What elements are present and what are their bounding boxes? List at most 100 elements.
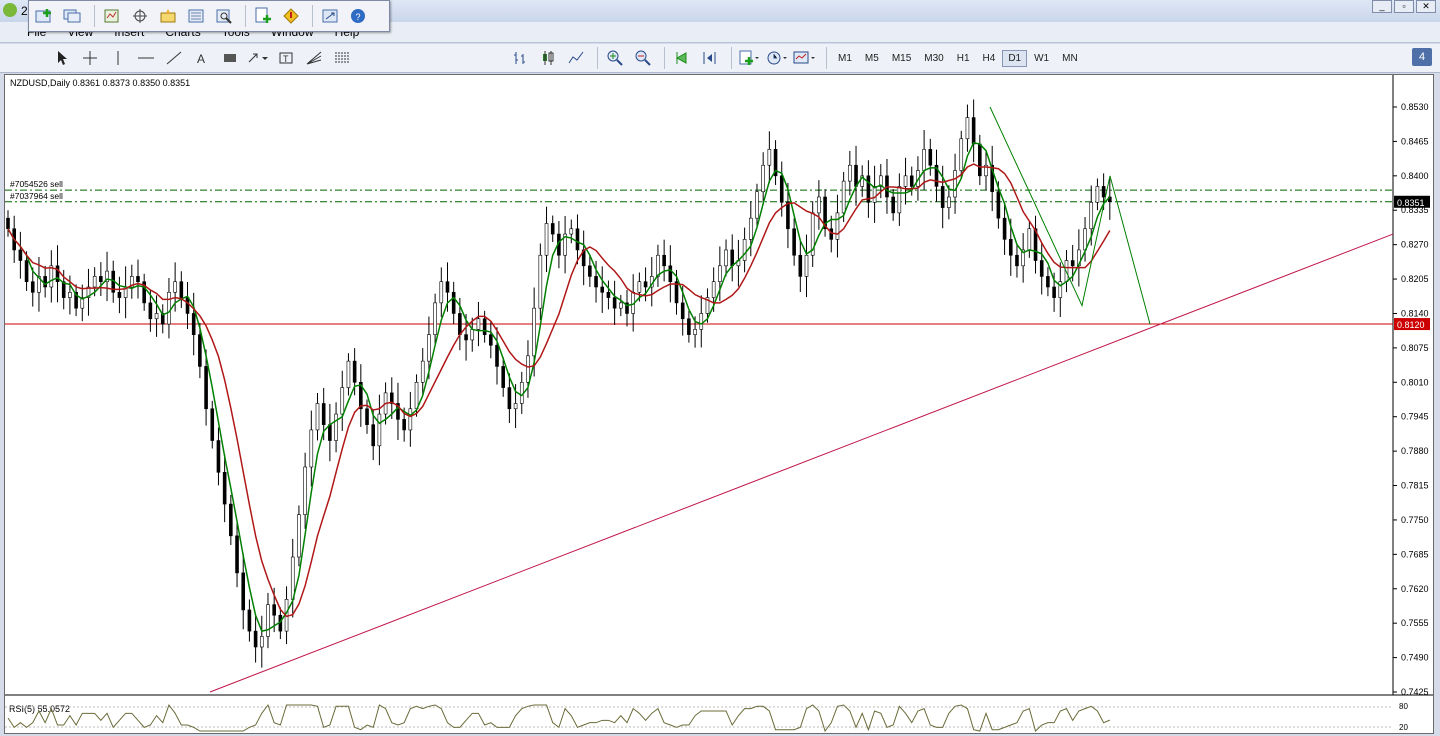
candle-body [854, 164, 858, 187]
candle-body [43, 276, 47, 288]
timeframe-m5[interactable]: M5 [859, 50, 885, 67]
candle-body [594, 276, 598, 288]
window-title: 2 [21, 4, 28, 18]
timeframe-m30[interactable]: M30 [918, 50, 949, 67]
market-watch-button[interactable] [100, 5, 124, 27]
candle-body [742, 239, 747, 261]
current-price-label: 0.8351 [1397, 198, 1425, 208]
timeframe-w1[interactable]: W1 [1028, 50, 1055, 67]
candle-body [1015, 254, 1019, 267]
candle-body [940, 186, 945, 208]
periods-clock-icon[interactable] [765, 47, 789, 69]
price-chart[interactable]: NZDUSD,Daily 0.8361 0.8373 0.8350 0.8351… [5, 75, 1433, 733]
maximize-button[interactable]: ▫ [1394, 0, 1414, 13]
candle-body [538, 254, 543, 309]
vertical-line-icon[interactable] [106, 47, 130, 69]
price-tick-label: 0.7620 [1401, 584, 1429, 594]
fibonacci-fan-icon[interactable] [302, 47, 326, 69]
candle-body [718, 265, 722, 283]
candle-body [377, 413, 382, 447]
timeframe-d1[interactable]: D1 [1002, 49, 1028, 67]
autoscroll-icon[interactable] [670, 47, 694, 69]
fibonacci-levels-icon[interactable] [330, 47, 354, 69]
help-icon[interactable]: ? [346, 5, 370, 27]
price-tick-label: 0.7425 [1401, 687, 1429, 697]
candle-body [711, 281, 716, 298]
zoom-in-icon[interactable] [603, 47, 627, 69]
tester-button[interactable] [212, 5, 236, 27]
navigator-button[interactable] [156, 5, 180, 27]
candle-body [662, 254, 666, 267]
indicators-icon[interactable] [737, 47, 761, 69]
candle-body [24, 260, 29, 283]
cursor-icon[interactable] [50, 47, 74, 69]
candle-body [643, 281, 648, 288]
crosshair-icon[interactable] [128, 5, 152, 27]
new-order-button[interactable] [251, 5, 275, 27]
timeframe-mn[interactable]: MN [1056, 50, 1084, 67]
candle-body [476, 318, 481, 330]
trendline-icon[interactable] [162, 47, 186, 69]
zoom-out-icon[interactable] [631, 47, 655, 69]
timeframe-m1[interactable]: M1 [832, 50, 858, 67]
candle-body [928, 149, 933, 166]
new-chart-button[interactable] [33, 5, 57, 27]
close-button[interactable]: ✕ [1416, 0, 1436, 13]
candle-body [922, 149, 926, 171]
candle-body [804, 254, 809, 277]
zigzag-projection [989, 106, 1151, 325]
candle-body [30, 281, 35, 293]
profiles-button[interactable] [61, 5, 85, 27]
candle-body [167, 291, 171, 325]
candle-body [532, 307, 536, 357]
candle-body [414, 381, 419, 410]
rectangle-icon[interactable] [218, 47, 242, 69]
candle-body [117, 291, 122, 298]
text-tool-icon[interactable]: A [190, 47, 214, 69]
templates-icon[interactable] [793, 47, 817, 69]
fullscreen-button[interactable] [318, 5, 342, 27]
candle-body [297, 514, 301, 558]
candle-body [18, 249, 23, 261]
candle-body [947, 196, 951, 208]
candle-body [513, 403, 518, 410]
line-chart-icon[interactable] [564, 47, 588, 69]
candle-body [334, 413, 338, 441]
candle-body [49, 265, 54, 288]
candle-body [1008, 239, 1013, 256]
candle-body [501, 366, 505, 388]
candle-body [600, 286, 605, 293]
candle-body [1027, 228, 1032, 251]
chart-window[interactable]: NZDUSD,Daily 0.8361 0.8373 0.8350 0.8351… [4, 74, 1434, 734]
candle-body [346, 360, 351, 388]
bar-chart-icon[interactable] [508, 47, 532, 69]
terminal-button[interactable] [184, 5, 208, 27]
text-label-icon[interactable]: T [274, 47, 298, 69]
minimize-button[interactable]: _ [1372, 0, 1392, 13]
candle-body [445, 281, 450, 293]
candle-body [755, 191, 759, 219]
candle-body [241, 572, 246, 611]
candle-body [1089, 201, 1094, 230]
expert-advisors-button[interactable] [279, 5, 303, 27]
timeframe-h1[interactable]: H1 [951, 50, 976, 67]
horizontal-line-icon[interactable] [134, 47, 158, 69]
toolbar-separator [664, 47, 665, 69]
price-tick-label: 0.8140 [1401, 308, 1429, 318]
chart-shift-icon[interactable] [698, 47, 722, 69]
candle-body [656, 254, 660, 277]
candle-body [210, 408, 215, 441]
arrows-dropdown-icon[interactable] [246, 47, 270, 69]
candle-body [470, 329, 475, 341]
candle-body [1083, 228, 1087, 251]
candle-body [433, 302, 437, 335]
crosshair-tool-icon[interactable] [78, 47, 102, 69]
notification-badge[interactable]: 4 [1412, 48, 1432, 66]
svg-text:A: A [197, 52, 205, 65]
timeframe-h4[interactable]: H4 [977, 50, 1002, 67]
timeframe-m15[interactable]: M15 [886, 50, 917, 67]
candle-body [637, 281, 642, 293]
candlestick-icon[interactable] [536, 47, 560, 69]
standard-toolbar: ? [28, 0, 390, 32]
candle-body [959, 138, 964, 171]
